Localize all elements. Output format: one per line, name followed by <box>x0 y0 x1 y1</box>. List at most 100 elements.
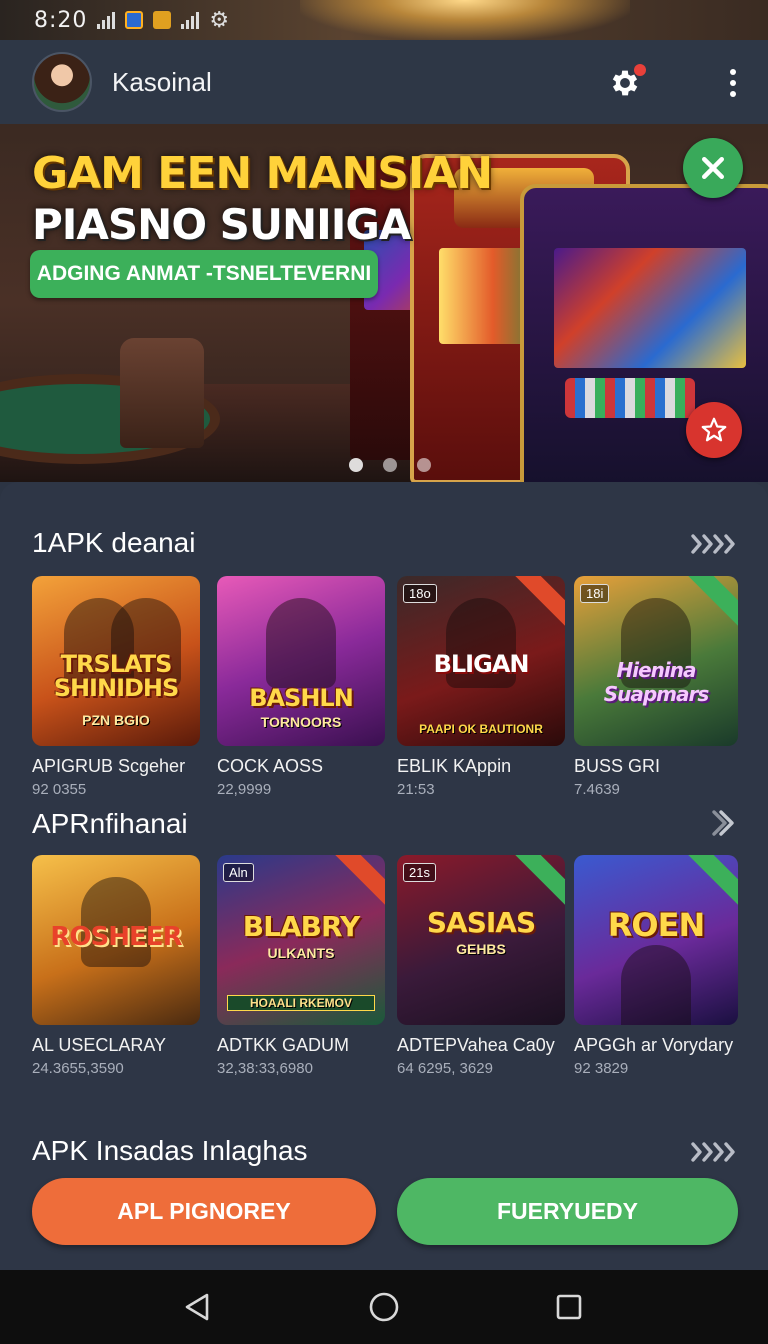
game-thumbnail[interactable]: Aln BLABRY ULKANTS HOAALI RKEMOV <box>217 855 385 1025</box>
game-card[interactable]: ROEN APGGh ar Vorydary 92 3829 <box>574 855 739 1077</box>
game-name: ADTKK GADUM <box>217 1035 350 1055</box>
nav-back-button[interactable] <box>180 1290 214 1324</box>
character-art <box>621 945 691 1025</box>
game-art-title: BLABRY <box>242 910 361 943</box>
section-more-button[interactable] <box>690 1141 738 1163</box>
nav-recents-button[interactable] <box>552 1290 586 1324</box>
more-vert-icon-dot <box>730 91 736 97</box>
section-more-button[interactable] <box>690 533 738 555</box>
status-time: 8:20 <box>34 7 88 33</box>
nav-home-button[interactable] <box>367 1290 401 1324</box>
section-more-button[interactable] <box>708 810 738 836</box>
game-card[interactable]: 18o BLIGAN PAAPI OK BAUTIONR EBLIK KAppi… <box>397 576 565 798</box>
game-meta: 21:53 <box>397 781 435 798</box>
age-badge: 18o <box>403 584 437 603</box>
promo-banner[interactable]: GAM EEN MANSIAN PIASNO SUNIIGA ADGING AN… <box>0 124 768 482</box>
game-thumbnail[interactable]: 18i Hienina Suapmars <box>574 576 738 746</box>
game-art-title: TRSLATS SHINIDHS <box>53 650 180 702</box>
star-icon <box>701 417 727 442</box>
game-art-title: BASHLN <box>249 684 354 712</box>
banner-cta-pill[interactable]: ADGING ANMAT -TSNELTEVERNI <box>30 250 378 298</box>
ribbon-badge <box>683 855 738 907</box>
carousel-dot-active[interactable] <box>349 458 363 472</box>
game-card[interactable]: TRSLATS SHINIDHS PZN BGIO APIGRUB Scgehe… <box>32 576 200 798</box>
game-thumbnail[interactable]: TRSLATS SHINIDHS PZN BGIO <box>32 576 200 746</box>
app-icon <box>125 11 144 29</box>
game-meta: 7.4639 <box>574 781 620 798</box>
slot-screen <box>554 248 746 368</box>
carousel-dot[interactable] <box>417 458 431 472</box>
game-name: BUSS GRI <box>574 756 661 776</box>
status-bar: 8:20 ⚙ <box>0 0 768 40</box>
game-art-subtitle: PAAPI OK BAUTIONR <box>419 722 543 736</box>
more-options-button[interactable] <box>718 62 748 104</box>
game-meta: 64 6295, 3629 <box>397 1060 493 1077</box>
game-art-title: Hienina Suapmars <box>603 658 710 706</box>
age-badge: Aln <box>223 863 254 882</box>
game-card[interactable]: 21s SASIAS GEHBS ADTEPVahea Ca0y 64 6295… <box>397 855 565 1077</box>
banner-title: GAM EEN MANSIAN <box>32 148 493 199</box>
game-name: ADTEPVahea Ca0y <box>397 1035 555 1055</box>
system-nav-bar <box>0 1270 768 1344</box>
game-art-title: ROSHEER <box>50 922 182 952</box>
settings-button[interactable] <box>604 62 646 104</box>
game-meta: 32,38:33,6980 <box>217 1060 313 1077</box>
primary-action-button[interactable]: APL PIGNOREY <box>32 1178 376 1245</box>
game-art-subtitle: PZN BGIO <box>82 712 150 728</box>
close-icon <box>702 157 724 179</box>
app-bar: Kasoinal <box>0 40 768 124</box>
chevrons-right-icon <box>691 1142 735 1162</box>
game-art-subtitle: TORNOORS <box>260 714 342 730</box>
game-card[interactable]: ROSHEER AL USECLARAY 24.3655,3590 <box>32 855 200 1077</box>
more-vert-icon <box>730 69 736 75</box>
game-thumbnail[interactable]: 18o BLIGAN PAAPI OK BAUTIONR <box>397 576 565 746</box>
game-card[interactable]: Aln BLABRY ULKANTS HOAALI RKEMOV ADTKK G… <box>217 855 385 1077</box>
signal-icon <box>181 11 200 29</box>
game-name: COCK AOSS <box>217 756 324 776</box>
app-title: Kasoinal <box>112 66 212 97</box>
chevrons-right-icon <box>691 534 735 554</box>
game-meta: 24.3655,3590 <box>32 1060 124 1077</box>
more-vert-icon-dot <box>730 80 736 86</box>
section-title: 1APK deanai <box>32 527 196 558</box>
age-badge: 18i <box>580 584 610 603</box>
game-art-subtitle: GEHBS <box>456 941 506 957</box>
back-triangle-icon <box>185 1293 209 1321</box>
game-meta: 92 3829 <box>574 1060 629 1077</box>
banner-chair-art <box>120 338 204 448</box>
game-card[interactable]: BASHLN TORNOORS COCK AOSS 22,9999 <box>217 576 385 798</box>
close-banner-button[interactable] <box>683 138 743 198</box>
avatar[interactable] <box>32 52 92 112</box>
game-art-caption: HOAALI RKEMOV <box>227 995 375 1011</box>
section-title: APK Insadas Inlaghas <box>32 1135 308 1166</box>
casino-chips-art <box>565 378 695 418</box>
game-art-title: SASIAS <box>426 906 536 939</box>
sim-icon <box>153 11 172 29</box>
game-card[interactable]: 18i Hienina Suapmars BUSS GRI 7.4639 <box>574 576 739 798</box>
ribbon-badge <box>510 855 565 907</box>
game-name: AL USECLARAY <box>32 1035 167 1055</box>
game-name: APIGRUB Scgeher <box>32 756 186 776</box>
game-thumbnail[interactable]: ROEN <box>574 855 738 1025</box>
carousel-indicator[interactable] <box>349 458 431 472</box>
carousel-dot[interactable] <box>383 458 397 472</box>
game-thumbnail[interactable]: BASHLN TORNOORS <box>217 576 385 746</box>
character-art <box>266 598 336 688</box>
signal-icon <box>97 11 116 29</box>
ribbon-badge <box>683 576 738 628</box>
favorite-button[interactable] <box>686 402 742 458</box>
age-badge: 21s <box>403 863 436 882</box>
section-title: APRnfihanai <box>32 808 188 839</box>
game-art-title: BLIGAN <box>433 650 530 678</box>
recents-square-icon <box>556 1294 582 1320</box>
game-name: EBLIK KAppin <box>397 756 512 776</box>
ribbon-badge <box>330 855 385 907</box>
ribbon-badge <box>510 576 565 628</box>
game-meta: 22,9999 <box>217 781 272 798</box>
settings-gear-icon: ⚙ <box>209 7 230 32</box>
game-thumbnail[interactable]: ROSHEER <box>32 855 200 1025</box>
chandelier-decoration <box>300 0 630 40</box>
secondary-action-button[interactable]: FUERYUEDY <box>397 1178 738 1245</box>
game-thumbnail[interactable]: 21s SASIAS GEHBS <box>397 855 565 1025</box>
chevron-right-icon <box>712 810 734 836</box>
